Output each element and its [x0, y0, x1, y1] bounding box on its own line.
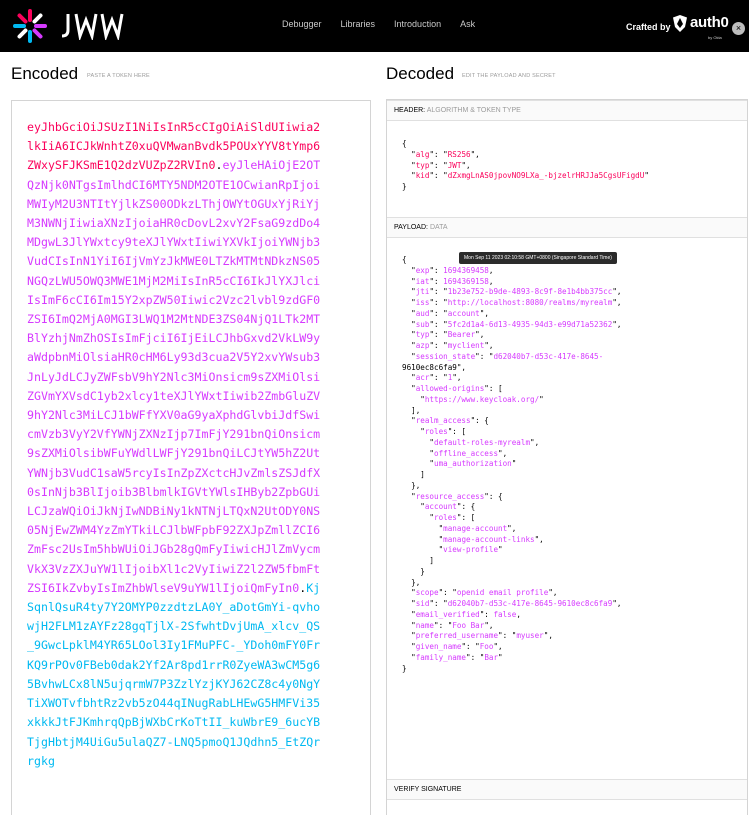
header-section-head: HEADER: ALGORITHM & TOKEN TYPE	[387, 100, 747, 121]
payload-section-head: PAYLOAD: DATA	[387, 217, 747, 238]
payload-json-editor[interactable]: { "exp": 1694369458, "iat": 1694369158, …	[402, 255, 621, 674]
header-json-editor[interactable]: { "alg": "RS256", "typ": "JWT", "kid": "…	[402, 139, 649, 193]
nav-libraries[interactable]: Libraries	[341, 19, 376, 29]
jwt-wordmark	[61, 13, 124, 40]
encoded-subtitle: PASTE A TOKEN HERE	[87, 73, 150, 79]
close-icon[interactable]: ×	[732, 22, 745, 35]
encoded-title: Encoded	[11, 64, 79, 83]
auth0-wordmark: auth0	[690, 14, 729, 31]
nav-introduction[interactable]: Introduction	[394, 19, 441, 29]
token-payload-part: eyJleHAiOjE2OTQzNjk0NTgsImlhdCI6MTY5NDM2…	[27, 158, 321, 595]
nav-ask[interactable]: Ask	[460, 19, 475, 29]
encoded-token-text[interactable]: eyJhbGciOiJSUzI1NiIsInR5cCIgOiAiSldUIiwi…	[27, 118, 327, 771]
auth0-shield-icon	[673, 15, 687, 32]
decoded-title: Decoded	[386, 64, 455, 83]
decoded-subtitle: EDIT THE PAYLOAD AND SECRET	[462, 73, 556, 79]
nav-links: Debugger Libraries Introduction Ask	[282, 19, 494, 29]
nav-debugger[interactable]: Debugger	[282, 19, 322, 29]
token-signature-part: KjSqnlQsuR4ty7Y2OMYP0zzdtzLA0Y_aDotGmYi-…	[27, 580, 321, 768]
top-navbar: Debugger Libraries Introduction Ask Craf…	[0, 0, 749, 52]
crafted-by-label: Crafted by	[626, 22, 671, 32]
verify-section-head[interactable]: VERIFY SIGNATURE	[387, 779, 747, 800]
by-okta-label: by Okta	[708, 35, 722, 40]
jwt-logo-icon[interactable]	[12, 8, 48, 44]
